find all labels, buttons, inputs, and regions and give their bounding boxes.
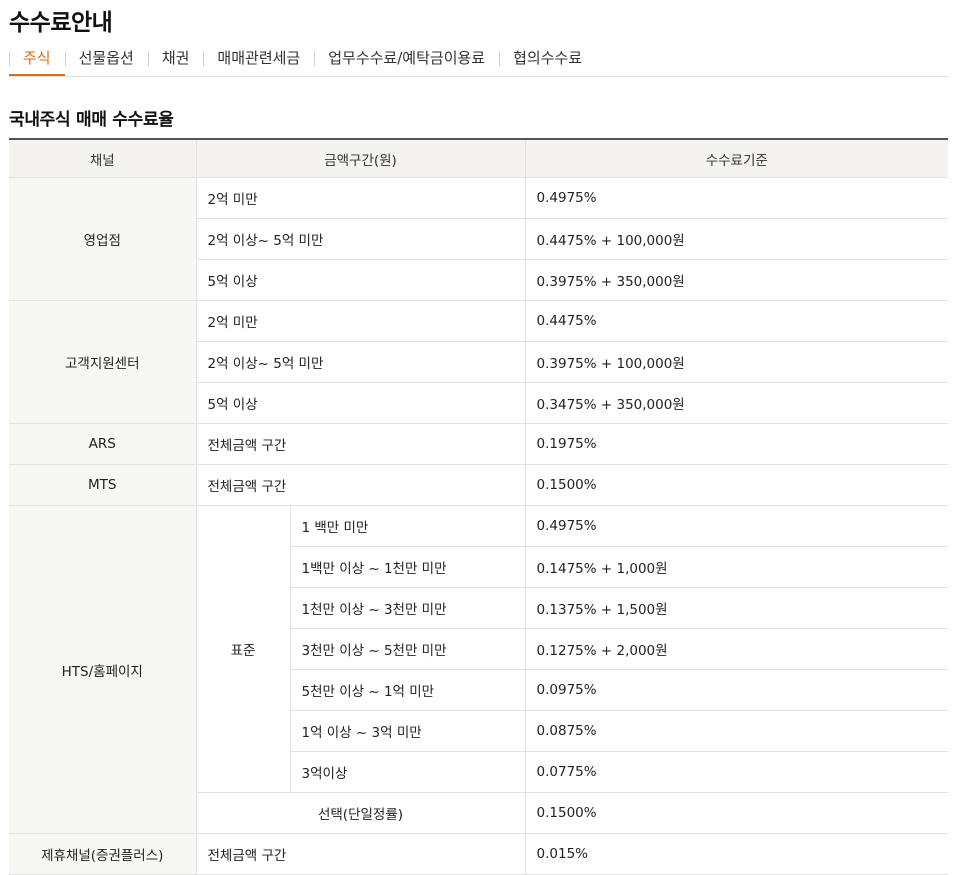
fee-rate-cell: 0.0975%: [524, 669, 949, 711]
tab-bonds[interactable]: 채권: [147, 45, 204, 74]
fee-rate-cell: 0.1375% + 1,500원: [524, 587, 949, 629]
table-header-row: 채널 금액구간(원) 수수료기준: [9, 138, 949, 178]
fee-rate-cell: 0.1275% + 2,000원: [524, 628, 949, 670]
fee-rate-cell: 0.0775%: [524, 751, 949, 793]
amount-range-cell: 1 백만 미만: [289, 505, 526, 547]
fee-rate-cell: 0.4975%: [524, 505, 949, 547]
amount-range-cell: 전체금액 구간: [195, 833, 526, 875]
amount-range-cell: 1억 이상 ~ 3억 미만: [290, 710, 526, 752]
fee-rate-cell: 0.1500%: [524, 464, 949, 506]
fee-rate-cell: 0.0875%: [524, 710, 949, 752]
amount-range-cell: 전체금액 구간: [195, 464, 526, 506]
fee-rate-cell: 0.4475%: [524, 300, 949, 342]
fee-table: 채널 금액구간(원) 수수료기준 영업점 2억 미만 0.4975% 2억 이상…: [9, 138, 949, 875]
header-channel: 채널: [9, 138, 197, 178]
channel-hts-homepage: HTS/홈페이지: [9, 505, 197, 834]
channel-partner: 제휴채널(증권플러스): [9, 833, 197, 875]
table-row: 고객지원센터 2억 미만 0.4475%: [9, 300, 949, 424]
amount-range-cell: 전체금액 구간: [195, 423, 526, 465]
fee-rate-cell: 0.1500%: [524, 792, 949, 834]
tab-trading-taxes[interactable]: 매매관련세금: [203, 45, 314, 74]
fee-rate-cell: 0.3975% + 100,000원: [524, 341, 949, 383]
amount-range-cell: 5억 이상: [196, 259, 526, 301]
flat-rate-option: 선택(단일정률): [196, 792, 526, 834]
fee-rate-cell: 0.4475% + 100,000원: [524, 218, 949, 260]
amount-range-cell: 2억 이상~ 5억 미만: [196, 218, 526, 260]
amount-range-cell: 2억 미만: [195, 300, 526, 342]
channel-branch: 영업점: [9, 177, 197, 301]
header-fee-basis: 수수료기준: [524, 138, 949, 178]
fee-rate-cell: 0.015%: [524, 833, 949, 875]
header-amount-range: 금액구간(원): [195, 138, 526, 178]
table-row: 영업점 2억 미만 0.4975%: [9, 177, 949, 301]
amount-range-cell: 1백만 이상 ~ 1천만 미만: [290, 546, 526, 588]
amount-range-cell: 2억 미만: [195, 177, 526, 219]
tab-negotiated-fees[interactable]: 협의수수료: [499, 45, 596, 74]
table-row: 제휴채널(증권플러스) 전체금액 구간 0.015%: [9, 833, 949, 875]
tab-bar: 주식 선물옵션 채권 매매관련세금 업무수수료/예탁금이용료 협의수수료: [9, 45, 949, 77]
amount-range-cell: 1천만 이상 ~ 3천만 미만: [290, 587, 526, 629]
amount-range-cell: 5천만 이상 ~ 1억 미만: [290, 669, 526, 711]
tab-service-fees[interactable]: 업무수수료/예탁금이용료: [314, 45, 499, 74]
table-row: MTS 전체금액 구간 0.1500%: [9, 464, 949, 506]
table-row: ARS 전체금액 구간 0.1975%: [9, 423, 949, 465]
channel-ars: ARS: [9, 423, 197, 465]
table-row: HTS/홈페이지 표준 1 백만 미만 0.4975%: [9, 505, 949, 834]
amount-range-cell: 2억 이상~ 5억 미만: [196, 341, 526, 383]
fee-rate-cell: 0.3975% + 350,000원: [524, 259, 949, 301]
fee-rate-cell: 0.1475% + 1,000원: [524, 546, 949, 588]
channel-mts: MTS: [9, 464, 197, 506]
fee-rate-cell: 0.3475% + 350,000원: [524, 382, 949, 424]
fee-rate-cell: 0.4975%: [524, 177, 949, 219]
fee-rate-cell: 0.1975%: [524, 423, 949, 465]
amount-range-cell: 5억 이상: [196, 382, 526, 424]
page-title: 수수료안내: [9, 10, 113, 36]
amount-range-cell: 3억이상: [290, 751, 526, 793]
tab-stocks[interactable]: 주식: [9, 45, 65, 76]
section-title: 국내주식 매매 수수료율: [9, 110, 174, 130]
tab-futures-options[interactable]: 선물옵션: [64, 45, 148, 74]
amount-range-cell: 3천만 이상 ~ 5천만 미만: [290, 628, 526, 670]
channel-support-center: 고객지원센터: [9, 300, 197, 424]
standard-label: 표준: [195, 505, 291, 793]
